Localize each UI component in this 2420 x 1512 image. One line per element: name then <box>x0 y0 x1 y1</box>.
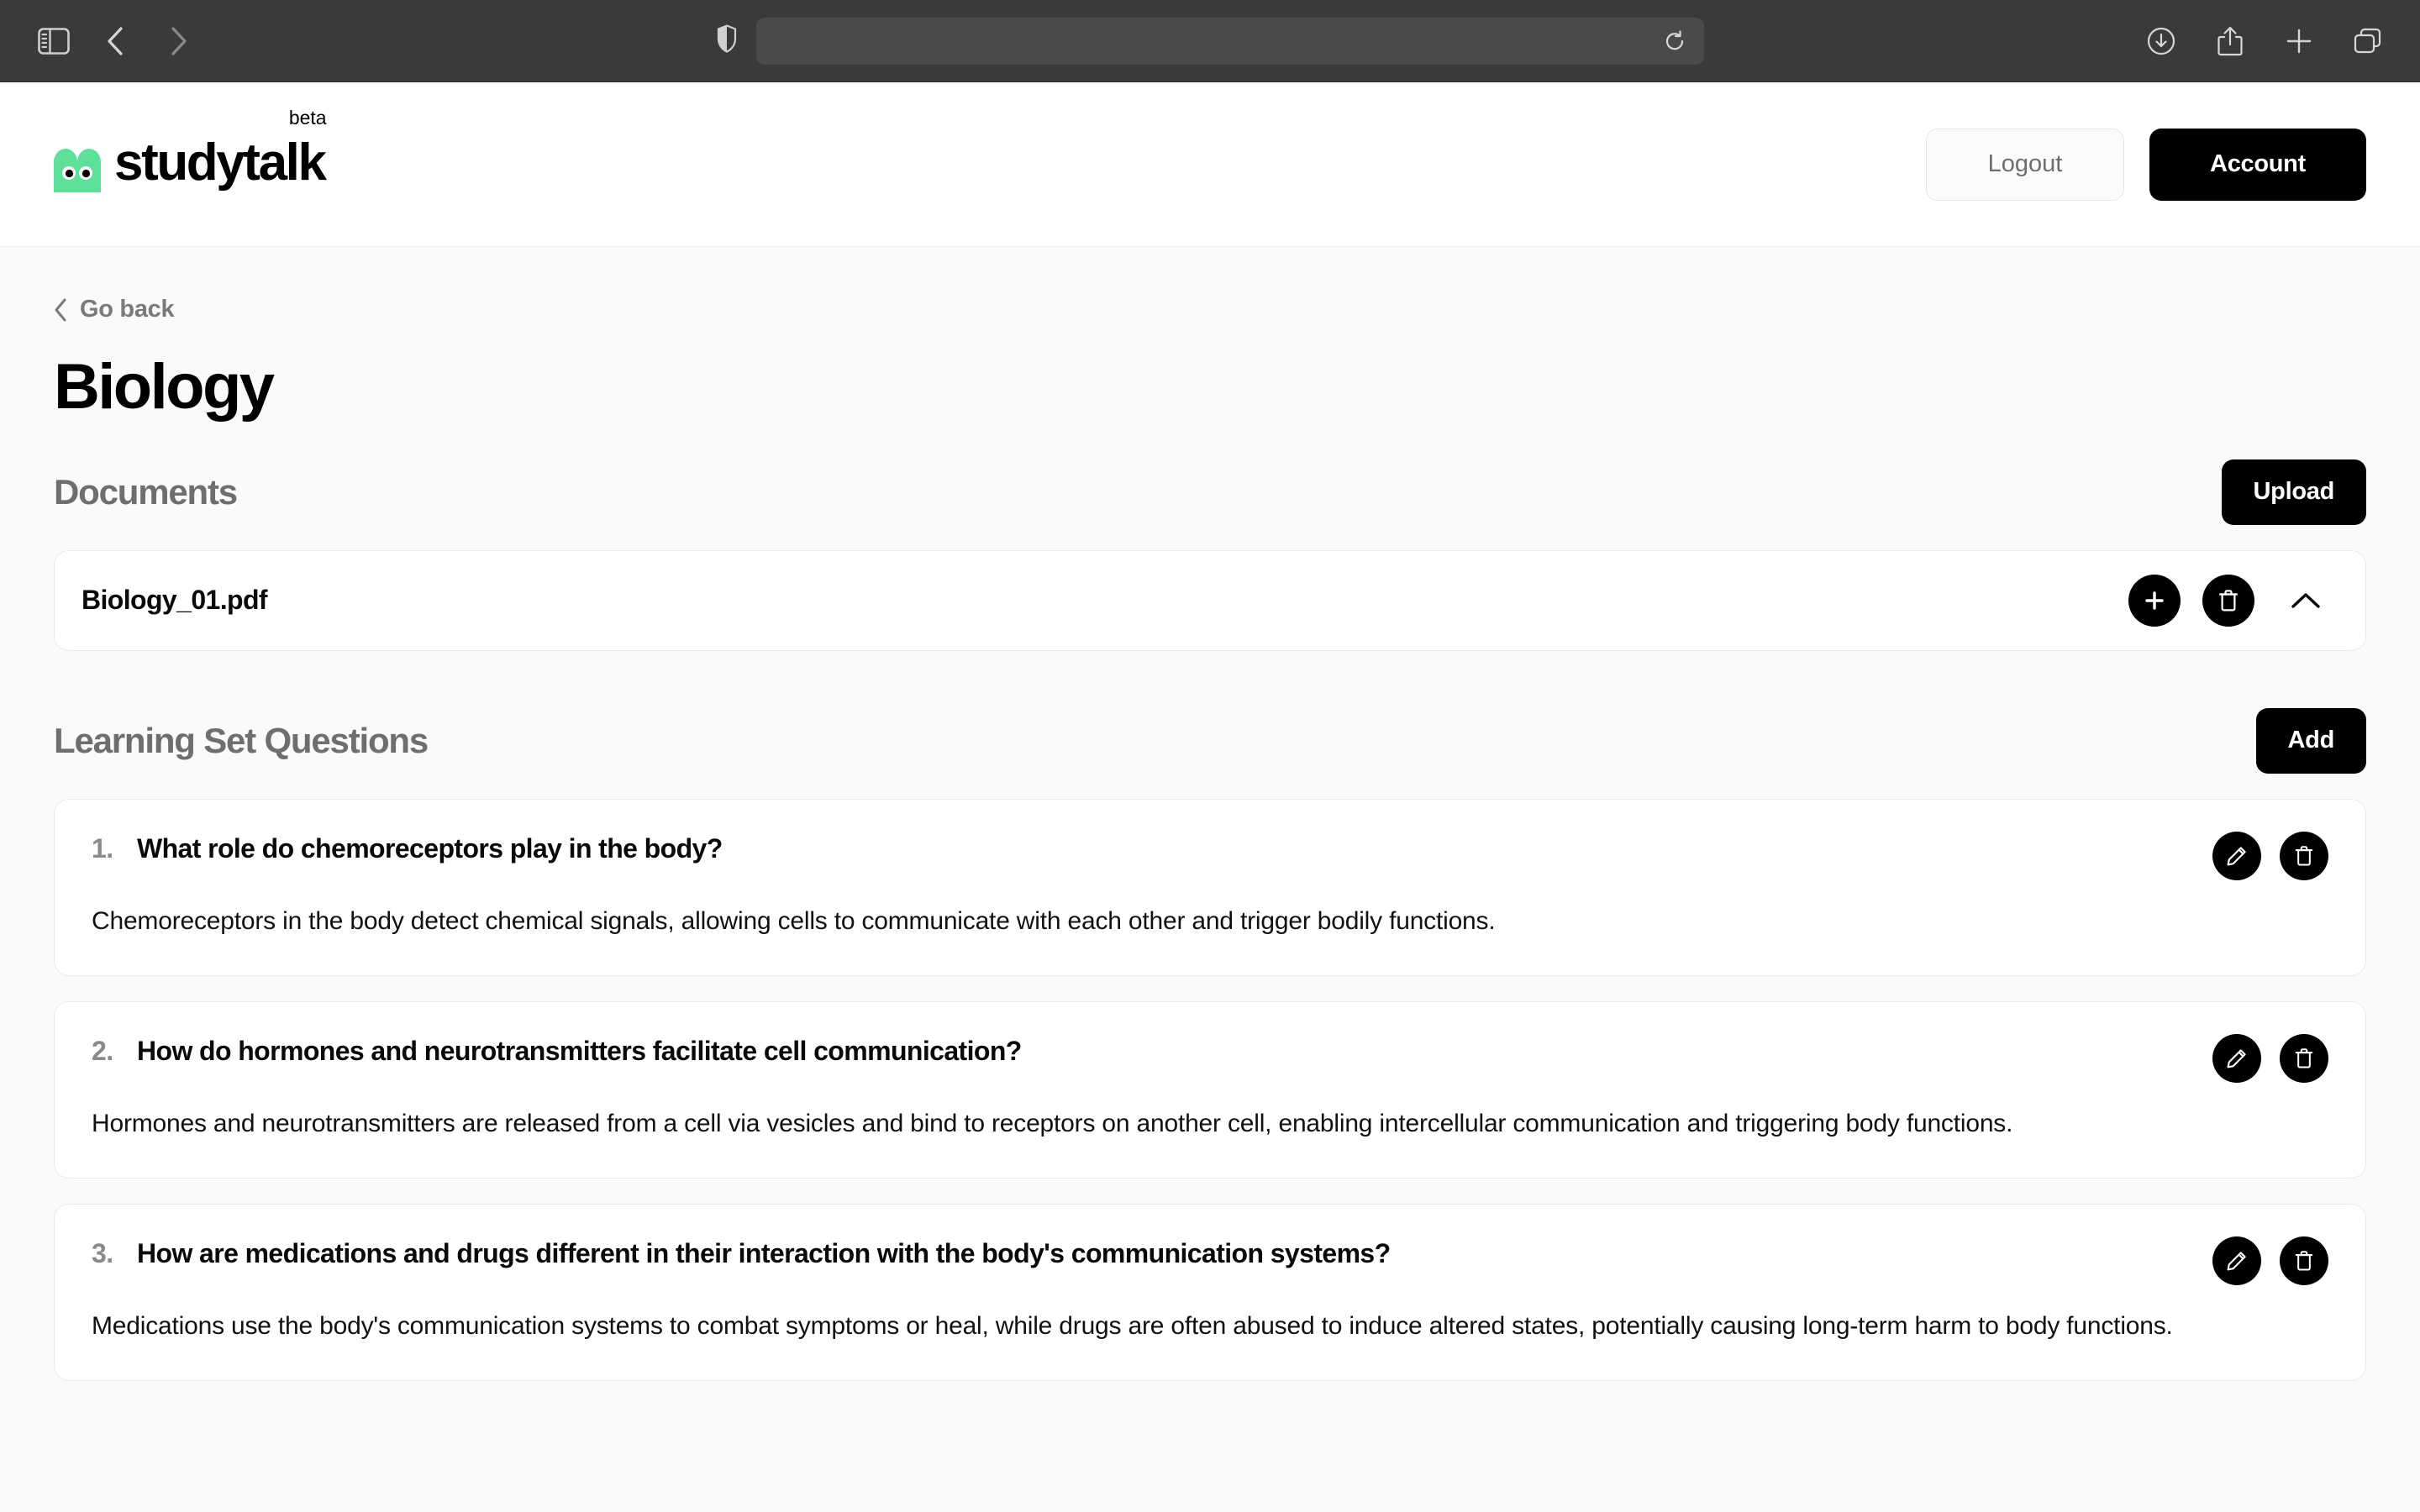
forward-arrow-icon[interactable] <box>153 16 203 66</box>
delete-question-button[interactable] <box>2280 831 2328 880</box>
answer-text: Chemoreceptors in the body detect chemic… <box>92 906 1496 935</box>
delete-question-button[interactable] <box>2280 1236 2328 1285</box>
question-text: What role do chemoreceptors play in the … <box>137 832 723 864</box>
reload-icon[interactable] <box>1664 29 1686 52</box>
pencil-icon <box>2227 1252 2246 1271</box>
logout-button[interactable]: Logout <box>1926 128 2124 201</box>
collapse-document-button[interactable] <box>2283 578 2328 623</box>
question-card: 2. How do hormones and neurotransmitters… <box>54 1000 2366 1179</box>
question-card: 3. How are medications and drugs differe… <box>54 1203 2366 1381</box>
tab-overview-icon[interactable] <box>2344 18 2391 65</box>
plus-icon <box>2145 591 2164 610</box>
trash-icon <box>2295 846 2313 866</box>
beta-badge: beta <box>288 106 327 129</box>
trash-icon <box>2295 1048 2313 1068</box>
studytalk-logo-icon <box>54 148 101 192</box>
page-content: Go back Biology Documents Upload Biology… <box>0 247 2420 1512</box>
question-number: 2. <box>92 1035 113 1066</box>
answer-text: Hormones and neurotransmitters are relea… <box>92 1109 2013 1137</box>
trash-icon <box>2295 1251 2313 1271</box>
question-actions <box>2212 1033 2328 1083</box>
browser-nav-group <box>29 16 203 66</box>
question-actions <box>2212 1236 2328 1285</box>
account-button[interactable]: Account <box>2149 128 2366 201</box>
upload-button[interactable]: Upload <box>2221 459 2366 525</box>
delete-document-button[interactable] <box>2202 574 2254 627</box>
page-title: Biology <box>54 351 275 423</box>
add-question-button[interactable] <box>2128 574 2181 627</box>
header-actions: Logout Account <box>1926 128 2366 201</box>
documents-section-header: Documents Upload <box>54 459 2366 525</box>
pencil-icon <box>2227 1049 2246 1068</box>
question-header: 3. How are medications and drugs differe… <box>92 1236 2328 1285</box>
go-back-label: Go back <box>80 296 175 323</box>
documents-section-title: Documents <box>54 471 238 512</box>
browser-toolbar <box>0 0 2420 82</box>
logo-wordmark: studytalk <box>114 133 327 192</box>
add-question-top-button[interactable]: Add <box>2255 707 2366 774</box>
address-input[interactable] <box>756 17 1704 65</box>
browser-action-group <box>2138 18 2391 65</box>
document-actions <box>2128 574 2328 627</box>
chevron-up-icon <box>2291 593 2320 608</box>
chevron-left-icon <box>55 298 66 321</box>
question-text: How are medications and drugs different … <box>137 1237 1391 1268</box>
new-tab-icon[interactable] <box>2275 18 2323 65</box>
app-logo[interactable]: studytalk beta <box>54 107 327 192</box>
privacy-shield-icon[interactable] <box>716 24 738 57</box>
downloads-icon[interactable] <box>2138 18 2185 65</box>
learning-set-section-header: Learning Set Questions Add <box>54 707 2366 774</box>
question-number: 1. <box>92 832 113 864</box>
back-arrow-icon[interactable] <box>91 16 141 66</box>
edit-question-button[interactable] <box>2212 1033 2261 1083</box>
question-list: 1. What role do chemoreceptors play in t… <box>54 798 2366 1381</box>
question-actions <box>2212 831 2328 880</box>
share-icon[interactable] <box>2207 18 2254 65</box>
document-name: Biology_01.pdf <box>82 585 268 616</box>
learning-set-section-title: Learning Set Questions <box>54 720 429 760</box>
question-card: 1. What role do chemoreceptors play in t… <box>54 798 2366 976</box>
trash-icon <box>2218 590 2238 612</box>
question-number: 3. <box>92 1237 113 1268</box>
pencil-icon <box>2227 847 2246 866</box>
question-header: 2. How do hormones and neurotransmitters… <box>92 1033 2328 1083</box>
go-back-link[interactable]: Go back <box>54 296 175 323</box>
edit-question-button[interactable] <box>2212 831 2261 880</box>
sidebar-toggle-icon[interactable] <box>29 16 79 66</box>
document-row[interactable]: Biology_01.pdf <box>54 549 2366 651</box>
address-bar-group <box>716 17 1704 65</box>
delete-question-button[interactable] <box>2280 1033 2328 1083</box>
question-text: How do hormones and neurotransmitters fa… <box>137 1035 1022 1066</box>
question-header: 1. What role do chemoreceptors play in t… <box>92 831 2328 880</box>
edit-question-button[interactable] <box>2212 1236 2261 1285</box>
app-header: studytalk beta Logout Account <box>0 82 2420 247</box>
answer-text: Medications use the body's communication… <box>92 1311 2173 1340</box>
